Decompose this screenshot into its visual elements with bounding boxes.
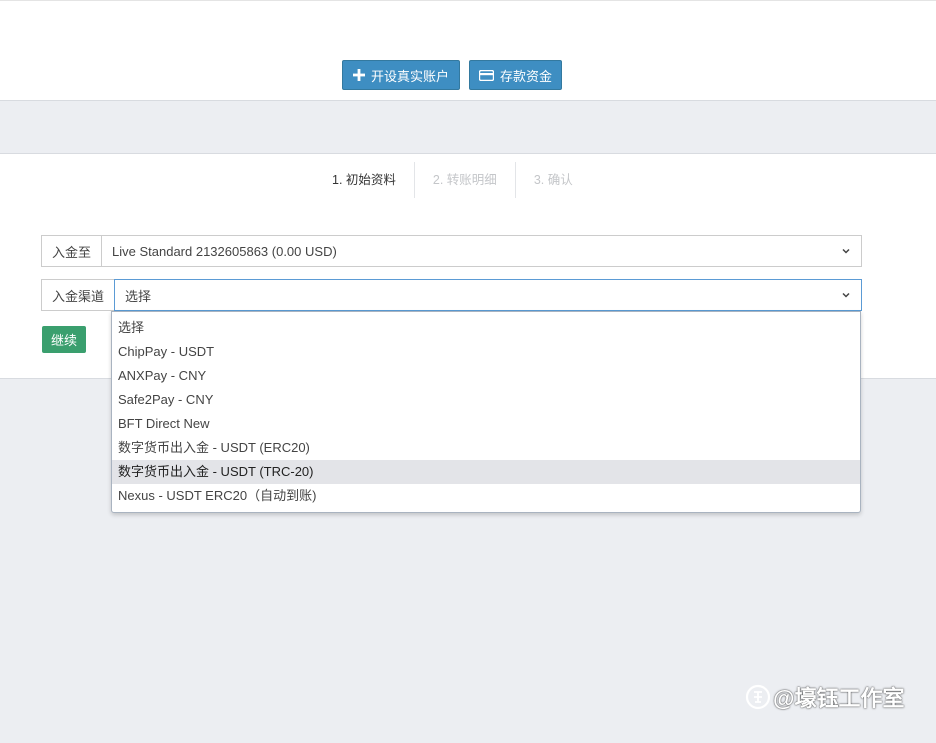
deposit-to-row: 入金至 Live Standard 2132605863 (0.00 USD) (41, 235, 862, 267)
plus-icon (352, 69, 365, 81)
deposit-channel-value: 选择 (125, 288, 152, 304)
open-live-account-label: 开设真实账户 (370, 68, 449, 84)
watermark-text: @壕钰工作室 (773, 686, 905, 711)
step-transfer-details: 2. 转账明细 (413, 162, 515, 198)
dropdown-option[interactable]: 选择 (112, 316, 860, 340)
deposit-channel-dropdown: 选择 ChipPay - USDT ANXPay - CNY Safe2Pay … (111, 311, 861, 513)
section-spacer (0, 101, 936, 153)
dropdown-option[interactable]: ChipPay - USDT (112, 340, 860, 364)
dropdown-option[interactable]: Nexus - USDT ERC20（自动到账) (112, 484, 860, 508)
top-navbar (0, 0, 936, 52)
step-initial-info: 1. 初始资料 (332, 173, 396, 187)
wizard-steps: 1. 初始资料 2. 转账明细 3. 确认 (318, 162, 591, 198)
credit-card-icon (478, 69, 494, 81)
dropdown-option[interactable]: Safe2Pay - CNY (112, 388, 860, 412)
watermark: @壕钰工作室 (745, 680, 904, 714)
dropdown-option-highlighted[interactable]: 数字货币出入金 - USDT (TRC-20) (112, 460, 860, 484)
dropdown-option[interactable]: BFT Direct New (112, 412, 860, 436)
deposit-to-select[interactable]: Live Standard 2132605863 (0.00 USD) (101, 235, 862, 267)
action-bar: 开设真实账户 存款资金 (0, 52, 936, 101)
dropdown-option[interactable]: ANXPay - CNY (112, 364, 860, 388)
deposit-channel-select[interactable]: 选择 (114, 279, 862, 311)
step-confirm: 3. 确认 (514, 162, 591, 198)
zhihu-logo-icon (745, 684, 771, 710)
dropdown-option[interactable]: 数字货币出入金 - USDT (ERC20) (112, 436, 860, 460)
deposit-channel-row: 入金渠道 选择 (41, 279, 862, 311)
chevron-down-icon (842, 248, 850, 254)
continue-button[interactable]: 继续 (42, 326, 86, 353)
deposit-channel-label: 入金渠道 (41, 279, 115, 311)
deposit-to-label: 入金至 (41, 235, 102, 267)
open-live-account-button[interactable]: 开设真实账户 (342, 60, 460, 90)
deposit-funds-button[interactable]: 存款资金 (469, 60, 562, 90)
chevron-down-icon (842, 292, 850, 298)
deposit-funds-label: 存款资金 (499, 68, 552, 84)
deposit-to-value: Live Standard 2132605863 (0.00 USD) (112, 243, 337, 259)
